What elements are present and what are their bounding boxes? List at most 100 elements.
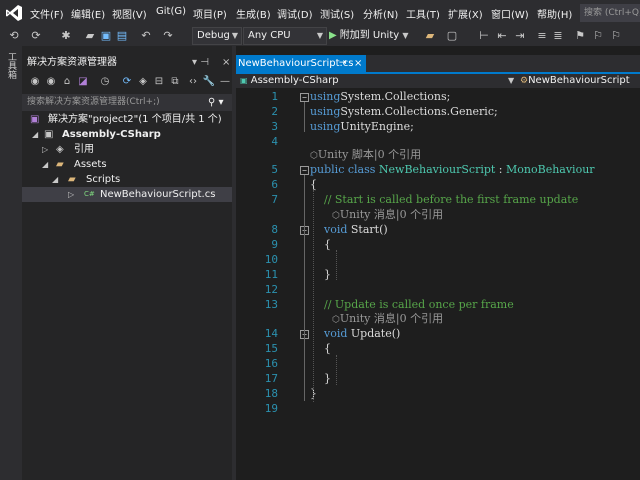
- pin-icon[interactable]: ⇥: [339, 55, 347, 72]
- uncomment-icon[interactable]: ≣: [550, 28, 566, 44]
- expanded-arrow-icon[interactable]: ◢: [32, 127, 38, 142]
- code-line[interactable]: public class NewBehaviourScript : MonoBe…: [310, 162, 595, 177]
- codelens-text: Unity 消息|0 个引用: [339, 208, 444, 221]
- toolbar: ⟲ ⟳ ✱ ▰ ▣ ▤ ↶ ↷ Debug ▼ Any CPU ▼ ▰ ▢ ⊢ …: [0, 26, 640, 46]
- menu-item-9[interactable]: 工具(T): [406, 6, 440, 21]
- folder-icon[interactable]: ▰: [422, 28, 438, 44]
- close-icon[interactable]: ×: [222, 55, 230, 71]
- show-all-files-icon[interactable]: ⧉: [168, 75, 182, 89]
- tree-item[interactable]: ◢ ▰ Assets: [22, 157, 232, 172]
- preview-icon[interactable]: ‹›: [186, 75, 200, 89]
- indent-guide: [313, 190, 314, 402]
- tree-item[interactable]: ▷ ◈ 引用: [22, 142, 232, 157]
- code-token: System.Collections;: [340, 90, 451, 103]
- solution-explorer-title-bar: 解决方案资源管理器 ▾ ⊣ ×: [22, 55, 232, 71]
- menu-item-7[interactable]: 测试(S): [320, 6, 354, 21]
- bookmark-next-icon[interactable]: ⚐: [608, 28, 624, 44]
- platform-dropdown[interactable]: Any CPU ▼: [243, 27, 327, 45]
- code-editor[interactable]: [236, 88, 640, 480]
- tree-item[interactable]: ▣ 解决方案"project2"(1 个项目/共 1 个): [22, 112, 232, 127]
- code-line[interactable]: usingSystem.Collections.Generic;: [310, 104, 498, 119]
- more-icon[interactable]: —: [218, 75, 232, 89]
- sync-icon[interactable]: ⟳: [120, 75, 134, 89]
- code-line[interactable]: // Update is called once per frame: [310, 297, 514, 312]
- line-number: 12: [264, 283, 278, 296]
- window-icon[interactable]: ▢: [444, 28, 460, 44]
- step-icon[interactable]: ⇤: [494, 28, 510, 44]
- chevron-down-icon[interactable]: ▼: [508, 74, 514, 88]
- expanded-arrow-icon[interactable]: ◢: [52, 172, 58, 187]
- forward-icon[interactable]: ◉: [44, 75, 58, 89]
- platform-value: Any CPU: [248, 30, 291, 41]
- code-line[interactable]: void Update(): [310, 326, 400, 341]
- code-line[interactable]: usingUnityEngine;: [310, 119, 414, 134]
- code-line[interactable]: // Start is called before the first fram…: [310, 192, 578, 207]
- codelens-annotation[interactable]: ⬡Unity 消息|0 个引用: [332, 311, 443, 328]
- redo-icon[interactable]: ↷: [160, 28, 176, 44]
- pin-icon[interactable]: ▾ ⊣: [192, 55, 209, 71]
- tree-item[interactable]: ◢ ▣ Assembly-CSharp: [22, 127, 232, 142]
- menu-item-6[interactable]: 调试(D): [277, 6, 313, 21]
- code-token: System.Collections.Generic;: [340, 105, 498, 118]
- bookmark-icon[interactable]: ⚑: [572, 28, 588, 44]
- breakpoint-icon[interactable]: ⊢: [476, 28, 492, 44]
- properties-icon[interactable]: 🔧: [202, 75, 216, 89]
- expanded-arrow-icon[interactable]: ◢: [42, 157, 48, 172]
- collapse-region-icon[interactable]: −: [300, 166, 309, 175]
- collapsed-arrow-icon[interactable]: ▷: [42, 142, 48, 157]
- back-icon[interactable]: ⟲: [6, 28, 22, 44]
- tree-item[interactable]: ◢ ▰ Scripts: [22, 172, 232, 187]
- code-token: void: [310, 327, 351, 340]
- collapsed-arrow-icon[interactable]: ▷: [68, 187, 74, 202]
- save-icon[interactable]: ▣: [98, 28, 114, 44]
- new-project-icon[interactable]: ✱: [58, 28, 74, 44]
- open-folder-icon[interactable]: ▰: [82, 28, 98, 44]
- code-line[interactable]: void Start(): [310, 222, 388, 237]
- vertical-scrollbar[interactable]: [626, 88, 640, 480]
- menu-item-12[interactable]: 帮助(H): [537, 6, 572, 21]
- search-input[interactable]: 搜索 (Ctrl+Q): [580, 4, 640, 22]
- visual-studio-logo-icon: [6, 5, 22, 21]
- toolbox-tab[interactable]: 工具箱: [4, 52, 18, 79]
- configuration-dropdown[interactable]: Debug ▼: [192, 27, 242, 45]
- undo-icon[interactable]: ↶: [138, 28, 154, 44]
- history-icon[interactable]: ◷: [98, 75, 112, 89]
- forward-icon[interactable]: ⟳: [28, 28, 44, 44]
- bookmark-prev-icon[interactable]: ⚐: [590, 28, 606, 44]
- references-icon: ◈: [56, 144, 64, 155]
- tab-newbehaviourscript[interactable]: NewBehaviourScript.cs ⇥ ×: [236, 55, 366, 72]
- save-all-icon[interactable]: ▤: [114, 28, 130, 44]
- menu-item-1[interactable]: 编辑(E): [71, 6, 105, 21]
- menu-item-10[interactable]: 扩展(X): [448, 6, 483, 21]
- step-over-icon[interactable]: ⇥: [512, 28, 528, 44]
- line-number: 14: [264, 327, 278, 340]
- solution-icon: ▣: [30, 114, 40, 125]
- solution-explorer-search[interactable]: 搜索解决方案资源管理器(Ctrl+;) ⚲ ▾: [22, 94, 232, 111]
- menu-item-3[interactable]: Git(G): [156, 6, 186, 17]
- collapse-all-icon[interactable]: ⊟: [152, 75, 166, 89]
- attach-to-unity-button[interactable]: ▶ 附加到 Unity ▼: [329, 26, 409, 46]
- tree-item-label: Assembly-CSharp: [62, 129, 161, 140]
- switch-views-icon[interactable]: ◪: [76, 75, 90, 89]
- close-icon[interactable]: ×: [354, 55, 362, 72]
- class-dropdown[interactable]: ⚙NewBehaviourScript: [520, 74, 630, 88]
- tree-item[interactable]: ▷ C# NewBehaviourScript.cs: [22, 187, 232, 202]
- menu-item-2[interactable]: 视图(V): [112, 6, 147, 21]
- home-icon[interactable]: ⌂: [60, 75, 74, 89]
- menu-item-5[interactable]: 生成(B): [236, 6, 271, 21]
- comment-icon[interactable]: ≡: [534, 28, 550, 44]
- project-dropdown[interactable]: ▣ Assembly-CSharp: [240, 74, 339, 88]
- collapse-region-icon[interactable]: −: [300, 93, 309, 102]
- menu-item-8[interactable]: 分析(N): [363, 6, 398, 21]
- menu-item-11[interactable]: 窗口(W): [491, 6, 529, 21]
- pending-changes-icon[interactable]: ◈: [136, 75, 150, 89]
- back-icon[interactable]: ◉: [28, 75, 42, 89]
- codelens-annotation[interactable]: ⬡Unity 消息|0 个引用: [332, 207, 443, 224]
- csharp-project-icon: ▣: [44, 129, 54, 140]
- search-icon[interactable]: ⚲ ▾: [208, 94, 224, 111]
- menu-item-4[interactable]: 项目(P): [193, 6, 227, 21]
- menu-item-0[interactable]: 文件(F): [30, 6, 64, 21]
- code-line[interactable]: usingSystem.Collections;: [310, 89, 450, 104]
- line-number: 18: [264, 387, 278, 400]
- codelens-annotation[interactable]: ⬡Unity 脚本|0 个引用: [310, 147, 421, 164]
